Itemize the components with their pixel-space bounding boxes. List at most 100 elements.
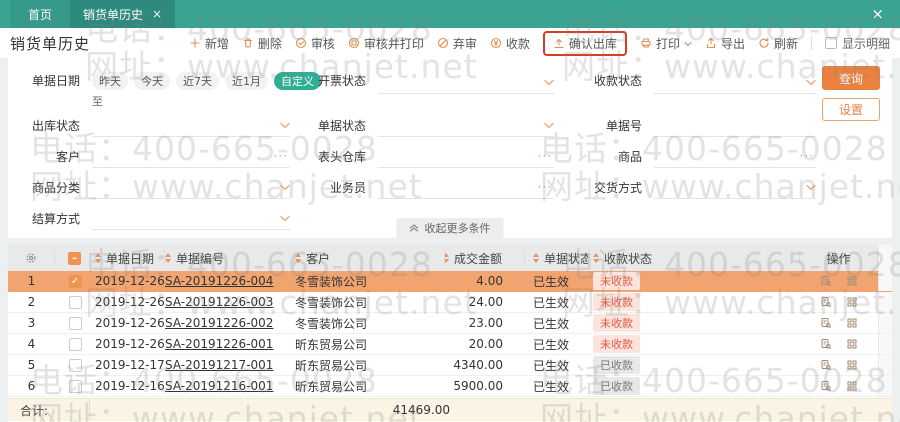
doc-no-input[interactable] — [654, 115, 816, 137]
header-customer[interactable]: 客户 — [295, 250, 445, 266]
view-doc-icon[interactable] — [820, 359, 832, 371]
row-checkbox[interactable] — [68, 316, 82, 330]
page-title: 销货单历史 — [10, 34, 91, 53]
table-row[interactable]: 4 2019-12-26 SA-20191226-001 昕东贸易公司 20.0… — [8, 334, 892, 355]
export-button[interactable]: 导出 — [705, 35, 745, 52]
filter-label-warehouse: 表头仓库 — [317, 150, 366, 164]
row-number: 6 — [27, 379, 36, 393]
chip-today[interactable]: 今天 — [134, 72, 170, 90]
table-row[interactable]: 5 2019-12-17 SA-20191217-001 昕东贸易公司 4340… — [8, 355, 892, 376]
tab-close-icon[interactable]: × — [152, 7, 162, 21]
audit-print-button[interactable]: 审核并打印 — [348, 35, 424, 52]
chip-last-month[interactable]: 近1月 — [225, 72, 268, 90]
customer-picker[interactable]: ··· — [92, 146, 290, 168]
row-checkbox[interactable] — [68, 358, 82, 372]
show-detail-checkbox[interactable]: 显示明细 — [824, 35, 890, 52]
add-button[interactable]: 新增 — [189, 35, 229, 52]
product-picker[interactable]: ··· — [654, 146, 816, 168]
row-checkbox[interactable] — [68, 295, 82, 309]
collapse-conditions-button[interactable]: 收起更多条件 — [396, 218, 504, 238]
doc-status-select[interactable] — [378, 115, 554, 137]
view-doc-icon[interactable] — [820, 275, 832, 287]
payment-status-select[interactable] — [654, 72, 816, 94]
sort-icon[interactable] — [533, 253, 539, 263]
warehouse-picker[interactable]: ··· — [378, 146, 554, 168]
query-button[interactable]: 查询 — [822, 66, 880, 90]
table-scrollbar[interactable] — [878, 271, 892, 291]
settlement-method-select[interactable] — [92, 208, 290, 230]
row-checkbox[interactable] — [68, 337, 82, 351]
sort-icon[interactable] — [165, 253, 171, 263]
view-doc-icon[interactable] — [820, 380, 832, 392]
column-settings-gear-icon[interactable] — [8, 250, 55, 266]
chip-last7days[interactable]: 近7天 — [176, 72, 219, 90]
top-nav-bar: 首页 销货单历史 × × — [0, 0, 900, 28]
table-row[interactable]: 6 2019-12-16 SA-20191216-001 昕东贸易公司 5900… — [8, 376, 892, 397]
title-toolbar-row: 销货单历史 新增 删除 审核 审核并打印 弃审 收款 确认出库 打印 导出 刷新… — [0, 28, 900, 58]
sort-icon[interactable] — [295, 253, 301, 263]
row-checkbox[interactable] — [68, 274, 82, 288]
header-doc-status[interactable]: 单据状态 — [525, 250, 589, 266]
doc-no-link[interactable]: SA-20191226-001 — [165, 337, 273, 351]
doc-no-link[interactable]: SA-20191217-001 — [165, 358, 273, 372]
toolbar-divider — [810, 36, 812, 50]
table-scrollbar[interactable] — [878, 334, 892, 354]
table-scrollbar[interactable] — [878, 292, 892, 312]
doc-no-link[interactable]: SA-20191226-004 — [165, 274, 273, 288]
related-docs-icon[interactable] — [846, 359, 858, 371]
confirm-outbound-button[interactable]: 确认出库 — [542, 30, 627, 56]
checkbox-icon[interactable] — [824, 37, 837, 49]
chip-yesterday[interactable]: 昨天 — [92, 72, 128, 90]
header-payment-status[interactable]: 收款状态 — [589, 250, 800, 266]
view-doc-icon[interactable] — [820, 296, 832, 308]
related-docs-icon[interactable] — [846, 296, 858, 308]
header-doc-date[interactable]: 单据日期 — [95, 250, 165, 266]
table-scrollbar[interactable] — [878, 245, 892, 271]
related-docs-icon[interactable] — [846, 317, 858, 329]
table-header-row: 单据日期 单据编号 客户 成交金额 单据状态 收款状态 操作 — [8, 245, 892, 271]
ellipsis-icon: ··· — [537, 149, 552, 163]
delivery-method-select[interactable] — [654, 177, 816, 199]
tab-sales-history[interactable]: 销货单历史 × — [70, 0, 176, 28]
view-doc-icon[interactable] — [820, 338, 832, 350]
settings-button[interactable]: 设置 — [822, 98, 880, 121]
invoice-status-select[interactable] — [378, 72, 554, 94]
row-checkbox[interactable] — [68, 379, 82, 393]
doc-no-link[interactable]: SA-20191216-001 — [165, 379, 273, 393]
table-row[interactable]: 3 2019-12-26 SA-20191226-002 冬雪装饰公司 23.0… — [8, 313, 892, 334]
header-doc-no[interactable]: 单据编号 — [165, 250, 295, 266]
salesman-picker[interactable]: ··· — [378, 177, 554, 199]
view-doc-icon[interactable] — [820, 317, 832, 329]
related-docs-icon[interactable] — [846, 380, 858, 392]
related-docs-icon[interactable] — [846, 338, 858, 350]
chevron-down-icon — [280, 184, 290, 190]
product-category-select[interactable] — [92, 177, 290, 199]
table-row[interactable]: 1 2019-12-26 SA-20191226-004 冬雪装饰公司 4.00… — [8, 271, 892, 292]
outbound-status-select[interactable] — [92, 115, 290, 137]
related-docs-icon[interactable] — [846, 275, 858, 287]
sort-icon[interactable] — [445, 253, 449, 263]
table-scrollbar[interactable] — [878, 376, 892, 396]
doc-no-link[interactable]: SA-20191226-003 — [165, 295, 273, 309]
header-amount[interactable]: 成交金额 — [445, 250, 525, 266]
collect-payment-button[interactable]: 收款 — [490, 35, 530, 52]
delete-button[interactable]: 删除 — [242, 35, 282, 52]
audit-button[interactable]: 审核 — [295, 35, 335, 52]
table-scrollbar[interactable] — [878, 355, 892, 375]
sort-icon[interactable] — [95, 253, 101, 263]
select-all-checkbox[interactable] — [68, 251, 81, 265]
print-button[interactable]: 打印 — [640, 35, 692, 52]
table-scrollbar[interactable] — [878, 313, 892, 333]
filter-label-product: 商品 — [617, 150, 642, 164]
filter-action-rail: 查询 设置 — [822, 66, 880, 121]
doc-no-link[interactable]: SA-20191226-002 — [165, 316, 273, 330]
tab-home[interactable]: 首页 — [10, 0, 71, 28]
confirm-outbound-label: 确认出库 — [568, 36, 617, 51]
refresh-button[interactable]: 刷新 — [758, 35, 798, 52]
panel-close-icon[interactable]: × — [871, 5, 884, 23]
table-row[interactable]: 2 2019-12-26 SA-20191226-003 冬雪装饰公司 24.0… — [8, 292, 892, 313]
unaudit-button[interactable]: 弃审 — [437, 35, 477, 52]
print-icon — [641, 38, 651, 48]
sort-icon[interactable] — [593, 253, 599, 263]
header-operations: 操作 — [800, 250, 878, 266]
